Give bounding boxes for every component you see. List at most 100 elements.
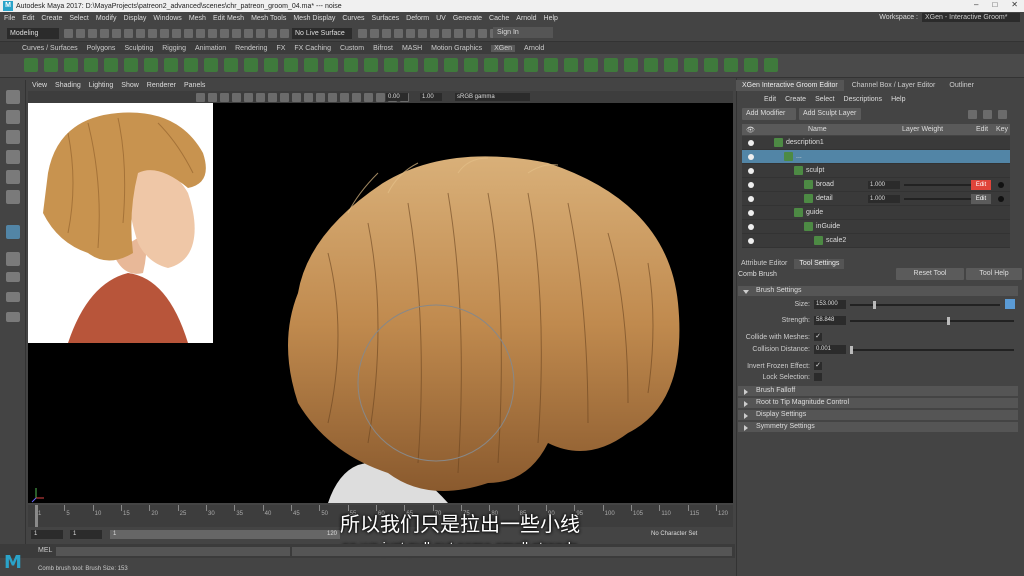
- layer-edit-button[interactable]: Edit: [971, 180, 991, 190]
- right-tab-outliner[interactable]: Outliner: [943, 80, 980, 91]
- menu-item-display[interactable]: Display: [123, 15, 146, 22]
- status-tool-icon[interactable]: [394, 29, 403, 38]
- xgen-shelf-tool-icon[interactable]: [404, 58, 418, 72]
- layer-row[interactable]: sculpt: [742, 164, 1010, 178]
- display-settings-section[interactable]: Display Settings: [738, 410, 1018, 420]
- status-tool-icon[interactable]: [172, 29, 181, 38]
- xgen-menu-help[interactable]: Help: [891, 96, 905, 103]
- layer-key-icon[interactable]: [998, 196, 1004, 202]
- xgen-shelf-tool-icon[interactable]: [384, 58, 398, 72]
- shelf-tab-motion-graphics[interactable]: Motion Graphics: [431, 45, 482, 52]
- status-tool-icon[interactable]: [418, 29, 427, 38]
- right-tab-xgen-interactive-groom-editor[interactable]: XGen Interactive Groom Editor: [736, 80, 844, 91]
- visibility-toggle-icon[interactable]: [748, 154, 754, 160]
- sculpt-icon[interactable]: [983, 110, 992, 119]
- status-tool-icon[interactable]: [76, 29, 85, 38]
- select-tool-icon[interactable]: [6, 90, 20, 104]
- xgen-shelf-tool-icon[interactable]: [184, 58, 198, 72]
- status-tool-icon[interactable]: [196, 29, 205, 38]
- layer-weight-field[interactable]: 1.000: [868, 181, 900, 189]
- xgen-shelf-tool-icon[interactable]: [124, 58, 138, 72]
- viewport-tool-icon[interactable]: [340, 93, 349, 102]
- xgen-shelf-tool-icon[interactable]: [544, 58, 558, 72]
- viewport-tool-icon[interactable]: [196, 93, 205, 102]
- status-tool-icon[interactable]: [256, 29, 265, 38]
- status-tool-icon[interactable]: [244, 29, 253, 38]
- strength-field[interactable]: 58.848: [814, 316, 846, 325]
- shelf-tab-fx[interactable]: FX: [276, 45, 285, 52]
- status-tool-icon[interactable]: [100, 29, 109, 38]
- viewport-tool-icon[interactable]: [364, 93, 373, 102]
- move-tool-icon[interactable]: [6, 150, 20, 164]
- xgen-shelf-tool-icon[interactable]: [624, 58, 638, 72]
- shelf-tab-fx-caching[interactable]: FX Caching: [294, 45, 331, 52]
- viewport-menu-view[interactable]: View: [32, 82, 47, 89]
- brush-falloff-section[interactable]: Brush Falloff: [738, 386, 1018, 396]
- collision-distance-field[interactable]: 0.001: [814, 345, 846, 354]
- xgen-shelf-tool-icon[interactable]: [464, 58, 478, 72]
- layer-row[interactable]: broad 1.000 Edit: [742, 178, 1010, 192]
- comb-brush-icon[interactable]: [6, 225, 20, 239]
- menu-item-edit[interactable]: Edit: [22, 15, 34, 22]
- xgen-shelf-tool-icon[interactable]: [204, 58, 218, 72]
- status-tool-icon[interactable]: [442, 29, 451, 38]
- sign-in-button[interactable]: Sign In: [493, 27, 553, 38]
- layout-two-icon[interactable]: [6, 292, 20, 302]
- visibility-toggle-icon[interactable]: [748, 196, 754, 202]
- outliner-layout-icon[interactable]: [6, 312, 20, 322]
- shelf-tab-animation[interactable]: Animation: [195, 45, 226, 52]
- menu-item-deform[interactable]: Deform: [406, 15, 429, 22]
- status-tool-icon[interactable]: [148, 29, 157, 38]
- mel-input[interactable]: [56, 547, 290, 556]
- single-pane-icon[interactable]: [6, 252, 20, 266]
- gamma-field[interactable]: 1.00: [420, 93, 442, 101]
- menu-item-edit-mesh[interactable]: Edit Mesh: [213, 15, 244, 22]
- viewport-tool-icon[interactable]: [292, 93, 301, 102]
- xgen-shelf-tool-icon[interactable]: [304, 58, 318, 72]
- xgen-shelf-tool-icon[interactable]: [24, 58, 38, 72]
- status-tool-icon[interactable]: [358, 29, 367, 38]
- mode-select[interactable]: Modeling: [7, 28, 59, 39]
- layer-weight-slider[interactable]: [904, 198, 974, 200]
- layer-weight-slider[interactable]: [904, 184, 974, 186]
- layer-row[interactable]: ...: [742, 150, 1010, 164]
- xgen-shelf-tool-icon[interactable]: [644, 58, 658, 72]
- xgen-shelf-tool-icon[interactable]: [684, 58, 698, 72]
- symmetry-settings-section[interactable]: Symmetry Settings: [738, 422, 1018, 432]
- shelf-tab-mash[interactable]: MASH: [402, 45, 422, 52]
- shelf-tab-custom[interactable]: Custom: [340, 45, 364, 52]
- status-tool-icon[interactable]: [136, 29, 145, 38]
- exposure-field[interactable]: 0.00: [386, 93, 408, 101]
- collide-checkbox[interactable]: ✓: [814, 333, 822, 341]
- menu-item-curves[interactable]: Curves: [342, 15, 364, 22]
- menu-item-file[interactable]: File: [4, 15, 15, 22]
- status-tool-icon[interactable]: [406, 29, 415, 38]
- xgen-shelf-tool-icon[interactable]: [64, 58, 78, 72]
- xgen-shelf-tool-icon[interactable]: [604, 58, 618, 72]
- menu-item-generate[interactable]: Generate: [453, 15, 482, 22]
- viewport-tool-icon[interactable]: [208, 93, 217, 102]
- viewport-tool-icon[interactable]: [244, 93, 253, 102]
- minimize-icon[interactable]: –: [974, 0, 978, 9]
- layer-row[interactable]: description1: [742, 136, 1010, 150]
- xgen-shelf-tool-icon[interactable]: [704, 58, 718, 72]
- strength-slider-knob[interactable]: [946, 317, 950, 325]
- size-slider-knob[interactable]: [872, 301, 876, 309]
- menu-item-uv[interactable]: UV: [436, 15, 446, 22]
- workspace-select[interactable]: XGen - Interactive Groom*: [922, 13, 1020, 22]
- status-tool-icon[interactable]: [268, 29, 277, 38]
- layer-weight-field[interactable]: 1.000: [868, 195, 900, 203]
- shelf-tab-arnold[interactable]: Arnold: [524, 45, 544, 52]
- menu-item-create[interactable]: Create: [41, 15, 62, 22]
- root-to-tip-section[interactable]: Root to Tip Magnitude Control: [738, 398, 1018, 408]
- menu-item-arnold[interactable]: Arnold: [516, 15, 536, 22]
- status-tool-icon[interactable]: [430, 29, 439, 38]
- layer-row[interactable]: guide: [742, 206, 1010, 220]
- shelf-tab-polygons[interactable]: Polygons: [87, 45, 116, 52]
- xgen-shelf-tool-icon[interactable]: [664, 58, 678, 72]
- menu-item-cache[interactable]: Cache: [489, 15, 509, 22]
- xgen-menu-select[interactable]: Select: [815, 96, 834, 103]
- layer-edit-button[interactable]: Edit: [971, 194, 991, 204]
- xgen-shelf-tool-icon[interactable]: [244, 58, 258, 72]
- xgen-shelf-tool-icon[interactable]: [444, 58, 458, 72]
